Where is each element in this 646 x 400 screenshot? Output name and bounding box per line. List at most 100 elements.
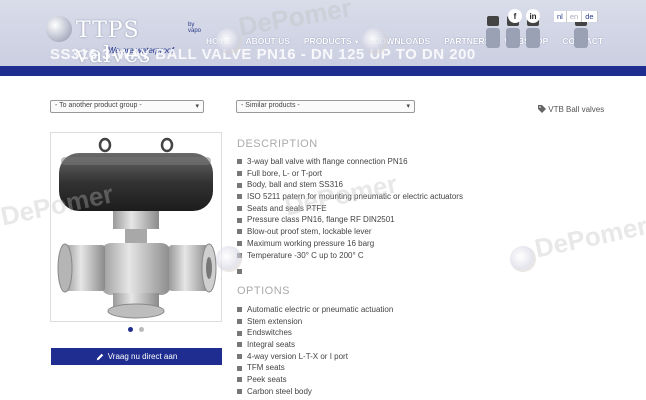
options-list: Automatic electric or pneumatic actuatio… [237,304,393,398]
square-bullet-icon [237,252,242,258]
list-item-text: ISO 5211 patern for mounting pneumatic o… [247,192,463,202]
valve-decor-icon [486,16,500,56]
lang-en[interactable]: en [566,11,583,22]
tag-label: VTB Ball valves [548,105,605,114]
square-bullet-icon [237,182,242,188]
header-bar [0,66,646,76]
category-tag-link[interactable]: VTB Ball valves [538,105,604,114]
nav-label: PRODUCTS [303,36,352,46]
valve-image [57,137,217,319]
select-value: - Similar products - [241,102,300,109]
select-value: - To another product group - [55,102,142,109]
language-switcher: nl en de [554,11,598,22]
list-item-text: Endswitches [247,328,292,338]
list-item: Endswitches [237,327,393,339]
valve-decor-icon [574,16,588,56]
list-item-text: Stem extension [247,316,303,326]
watermark: DePomer [532,210,646,264]
square-bullet-icon [237,330,242,336]
list-item: Seats and seals PTFE [237,203,463,215]
square-bullet-icon [237,342,242,348]
nav-label: ABOUT US [245,36,290,46]
list-item-text: Body, ball and stem SS316 [247,180,343,190]
list-item-text: Maximum working pressure 16 barg [247,238,375,248]
list-item-text: Blow-out proof stem, lockable lever [247,227,372,237]
list-item: Full bore, L- or T-port [237,168,463,180]
list-item-text: 4-way version L-T-X or I port [247,351,348,361]
list-item: TFM seats [237,362,393,374]
square-bullet-icon [237,206,242,212]
list-item-text: Full bore, L- or T-port [247,168,322,178]
nav-label: DOWNLOADS [373,36,431,46]
square-bullet-icon [237,389,242,395]
list-item: Stem extension [237,316,393,328]
square-bullet-icon [237,217,242,223]
nav-label: HOME [206,36,232,46]
list-item: 3-way ball valve with flange connection … [237,156,463,168]
square-bullet-icon [237,241,242,247]
list-item-text: Integral seats [247,340,296,350]
list-item [237,265,463,277]
list-item-text: Temperature -30° C up to 200° C [247,250,364,260]
description-list: 3-way ball valve with flange connection … [237,156,463,277]
page-title: SS316 3-WAY BALL VALVE PN16 - DN 125 UP … [50,46,476,63]
nav-downloads[interactable]: DOWNLOADS [374,36,431,46]
logo-byline: by vapo [188,22,202,34]
list-item-text: Automatic electric or pneumatic actuatio… [247,305,394,314]
social-links: f in [508,9,540,23]
list-item-text: Seats and seals PTFE [247,203,327,213]
main-nav: HOME ABOUT US PRODUCTS ▼ DOWNLOADS PARTNE… [206,36,617,46]
list-item: Integral seats [237,339,393,351]
square-bullet-icon [237,159,242,165]
linkedin-icon[interactable]: in [526,9,540,23]
list-item: Carbon steel body [237,386,393,398]
square-bullet-icon [237,377,242,383]
list-item: Pressure class PN16, flange RF DIN2501 [237,214,463,226]
square-bullet-icon [237,194,242,200]
list-item-text: Carbon steel body [247,386,312,396]
options-title: OPTIONS [237,285,291,297]
similar-products-select[interactable]: - Similar products - ▾ [236,100,415,113]
chevron-down-icon: ▾ [406,103,410,110]
product-image[interactable] [50,132,222,322]
request-quote-button[interactable]: Vraag nu direct aan [51,348,222,365]
list-item: 4-way version L-T-X or I port [237,351,393,363]
nav-home[interactable]: HOME [206,36,232,46]
list-item: Maximum working pressure 16 barg [237,238,463,250]
lang-de[interactable]: de [582,11,598,22]
gallery-dots [128,327,144,332]
list-item: Peek seats [237,374,393,386]
square-bullet-icon [237,319,242,325]
chevron-down-icon: ▾ [195,103,199,110]
square-bullet-icon [237,229,242,235]
facebook-icon[interactable]: f [508,9,522,23]
square-bullet-icon [237,171,242,177]
nav-about-us[interactable]: ABOUT US [246,36,290,46]
site-header: TTPS valves by vapo We are waterproof HO… [0,0,646,76]
tag-icon [538,105,546,113]
list-item-text: 3-way ball valve with flange connection … [247,157,408,166]
gallery-dot-active[interactable] [128,327,133,332]
list-item: Temperature -30° C up to 200° C [237,250,463,262]
product-group-select[interactable]: - To another product group - ▾ [50,100,204,113]
request-quote-label: Vraag nu direct aan [107,352,178,361]
square-bullet-icon [237,365,242,371]
square-bullet-icon [237,268,242,274]
logo-globe-icon [46,16,72,42]
lang-nl[interactable]: nl [554,11,567,22]
nav-products[interactable]: PRODUCTS ▼ [304,36,360,46]
list-item: Automatic electric or pneumatic actuatio… [237,304,393,316]
list-item-text: Pressure class PN16, flange RF DIN2501 [247,215,395,225]
square-bullet-icon [237,354,242,360]
nav-label: PARTNERS [444,36,491,46]
pencil-icon [96,353,103,360]
list-item: Body, ball and stem SS316 [237,179,463,191]
watermark-disc-icon [510,246,536,272]
list-item-text: TFM seats [247,363,285,373]
list-item: Blow-out proof stem, lockable lever [237,226,463,238]
gallery-dot[interactable] [139,327,144,332]
list-item-text: Peek seats [247,375,287,385]
description-title: DESCRIPTION [237,138,318,150]
square-bullet-icon [237,307,242,313]
nav-partners[interactable]: PARTNERS [444,36,490,46]
